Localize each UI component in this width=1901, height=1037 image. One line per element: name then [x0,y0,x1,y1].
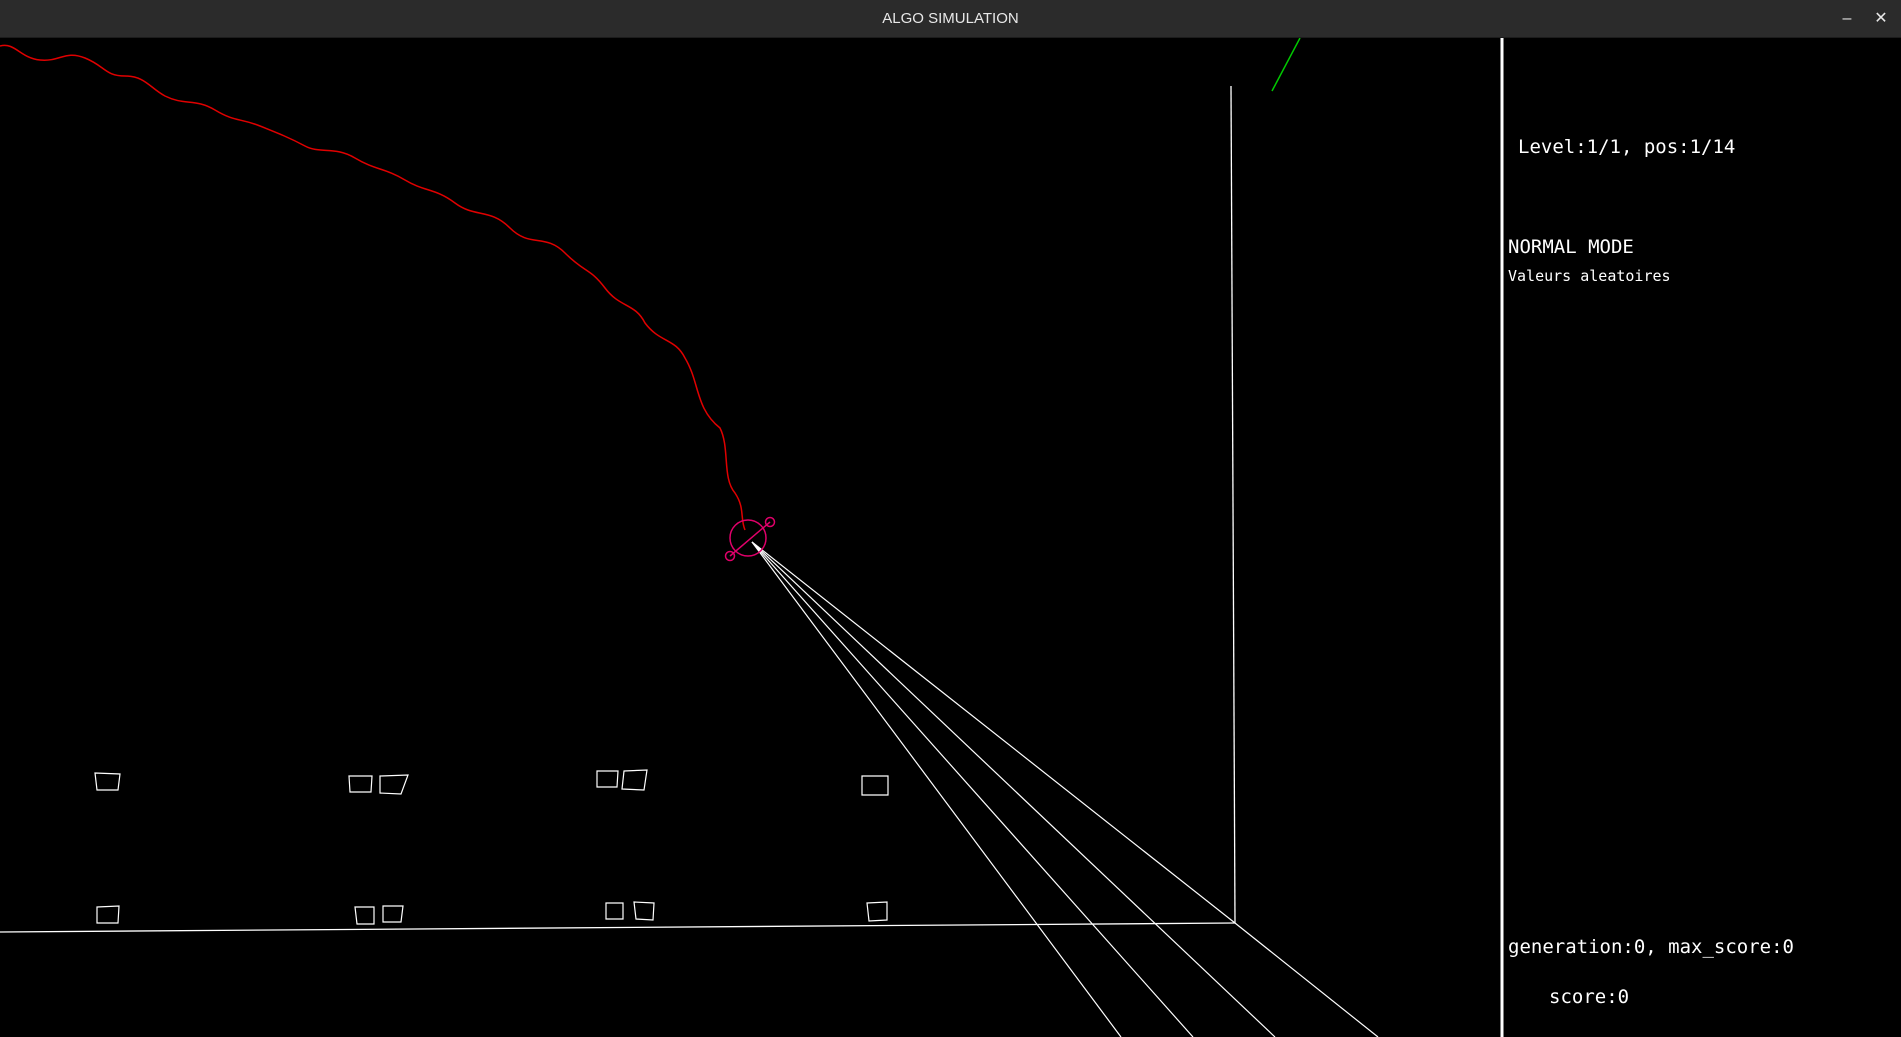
simulation-canvas [0,38,1504,1037]
obstacle [94,772,121,791]
mode-label: NORMAL MODE [1508,236,1634,258]
obstacle [382,905,404,923]
window-title: ALGO SIMULATION [882,10,1019,27]
simulation-area: Level:1/1, pos:1/14 NORMAL MODE Valeurs … [0,38,1901,1037]
obstacle [605,902,624,920]
obstacle [348,775,373,793]
right-wall [1230,85,1236,924]
obstacles [94,769,889,925]
green-sensor-line [1271,38,1301,92]
sensor-ray [751,541,1276,1037]
minimize-button[interactable]: – [1834,6,1860,32]
window-titlebar[interactable]: ALGO SIMULATION – ✕ [0,0,1901,38]
close-button[interactable]: ✕ [1868,6,1894,32]
obstacle [96,905,120,924]
score-display: score:0 [1549,986,1630,1008]
obstacle [866,901,888,922]
mode-description: Valeurs aleatoires [1508,267,1671,285]
obstacle [596,770,619,788]
obstacle [379,774,409,795]
obstacle [861,775,889,796]
obstacle [354,906,375,925]
obstacle [621,769,648,791]
trail-path [0,44,746,531]
obstacle [633,901,655,921]
floor-wall [0,922,1236,933]
sensor-ray [751,541,1194,1037]
generation-stats: generation:0, max_score:0 [1508,936,1794,958]
sensor-rays [751,541,1379,1037]
level-indicator: Level:1/1, pos:1/14 [1518,136,1736,158]
